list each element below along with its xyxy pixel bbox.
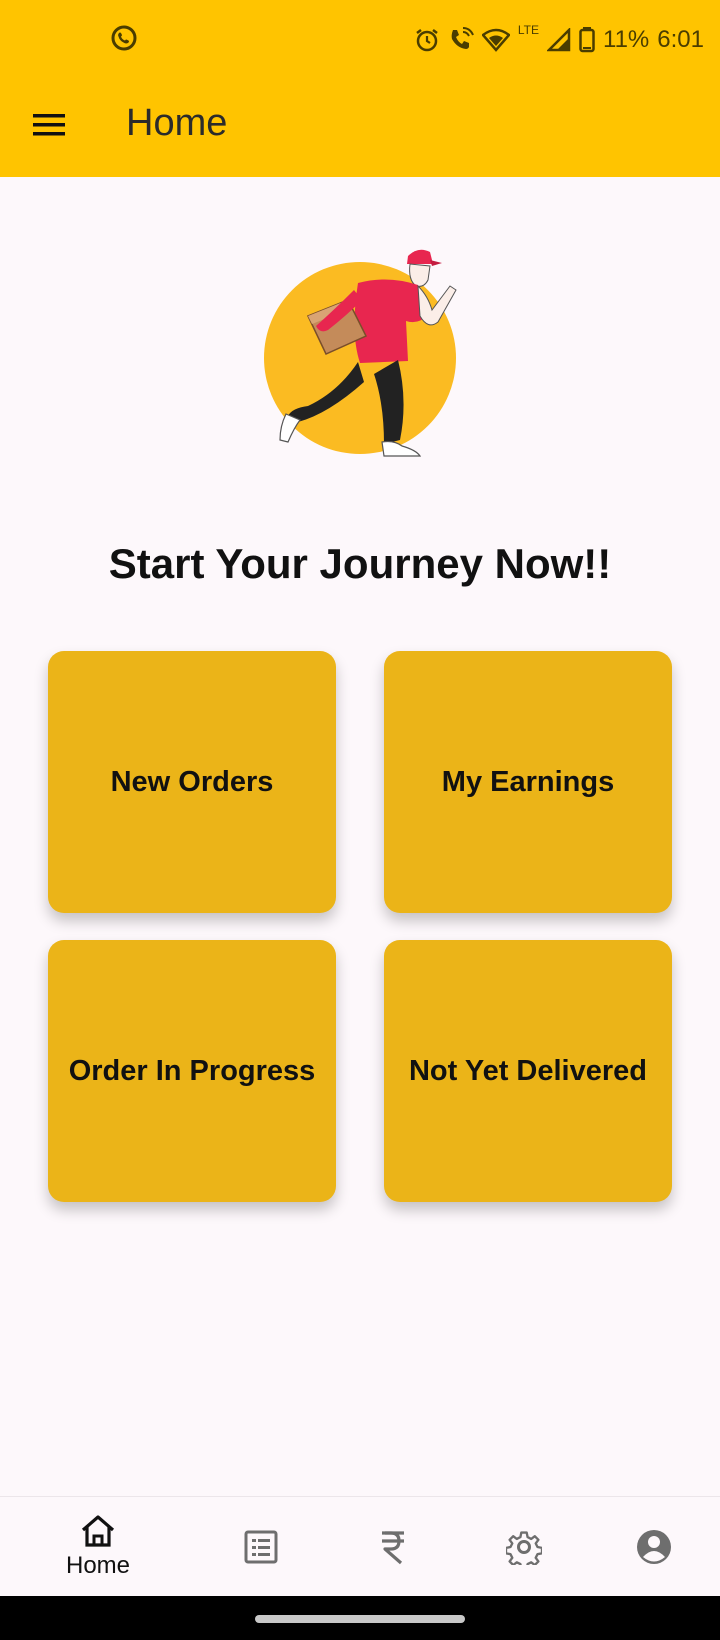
home-gesture-handle[interactable] bbox=[255, 1615, 465, 1623]
not-yet-delivered-tile[interactable]: Not Yet Delivered bbox=[384, 940, 672, 1202]
nav-home-label: Home bbox=[65, 1552, 131, 1579]
signal-icon bbox=[547, 28, 571, 52]
status-icons: LTE 11% 6:01 bbox=[414, 22, 704, 58]
nav-earnings[interactable] bbox=[333, 1497, 453, 1597]
battery-icon bbox=[579, 27, 595, 53]
account-icon bbox=[637, 1530, 671, 1564]
network-type-label: LTE bbox=[517, 23, 540, 37]
battery-percent: 11% bbox=[603, 26, 650, 53]
system-gesture-bar bbox=[0, 1596, 720, 1640]
alarm-icon bbox=[416, 29, 438, 52]
tile-label: Not Yet Delivered bbox=[408, 1054, 647, 1087]
rupee-icon bbox=[382, 1531, 404, 1565]
tile-label: New Orders bbox=[110, 765, 274, 798]
tile-label: My Earnings bbox=[441, 765, 615, 798]
delivery-man-illustration bbox=[264, 249, 457, 457]
settings-icon bbox=[506, 1531, 542, 1565]
status-bar: LTE 11% 6:01 bbox=[0, 0, 720, 78]
menu-button[interactable] bbox=[20, 96, 78, 154]
nav-home[interactable]: Home bbox=[38, 1497, 158, 1597]
app-bar: Home bbox=[0, 78, 720, 177]
list-icon bbox=[244, 1530, 278, 1564]
new-orders-tile[interactable]: New Orders bbox=[48, 651, 336, 913]
bottom-navigation: Home bbox=[0, 1496, 720, 1596]
hamburger-menu-icon bbox=[33, 114, 65, 136]
wifi-calling-icon bbox=[451, 27, 474, 49]
my-earnings-tile[interactable]: My Earnings bbox=[384, 651, 672, 913]
page-title: Home bbox=[126, 102, 228, 144]
wifi-icon bbox=[481, 28, 510, 52]
home-icon bbox=[81, 1515, 115, 1547]
clock: 6:01 bbox=[657, 26, 704, 53]
nav-settings[interactable] bbox=[464, 1497, 584, 1597]
tile-label: Order In Progress bbox=[68, 1054, 316, 1087]
nav-orders-list[interactable] bbox=[201, 1497, 321, 1597]
nav-profile[interactable] bbox=[594, 1497, 714, 1597]
order-in-progress-tile[interactable]: Order In Progress bbox=[48, 940, 336, 1202]
journey-headline: Start Your Journey Now!! bbox=[108, 540, 612, 587]
whatsapp-icon bbox=[111, 25, 137, 51]
